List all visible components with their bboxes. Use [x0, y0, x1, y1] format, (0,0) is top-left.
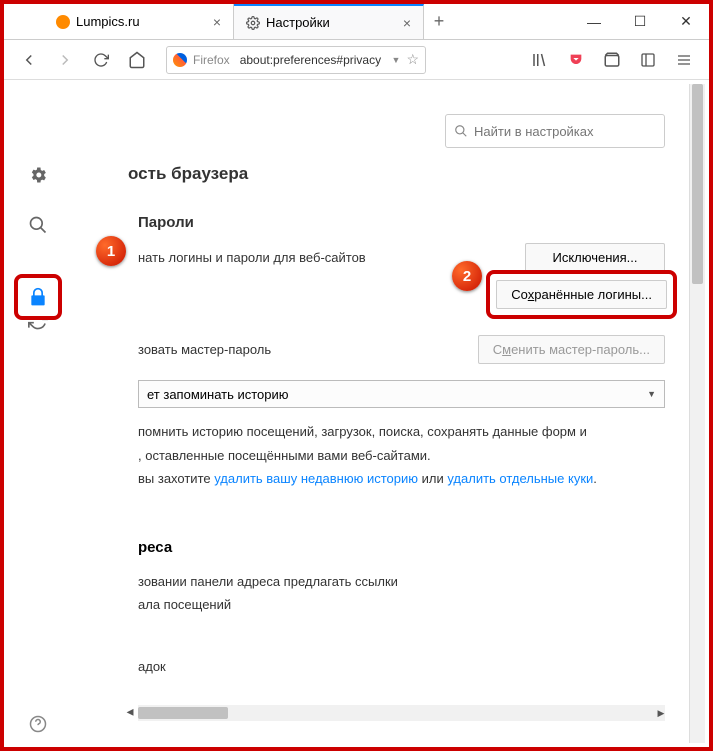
- history-mode-dropdown[interactable]: ет запоминать историю ▼: [138, 380, 665, 408]
- minimize-button[interactable]: —: [571, 4, 617, 39]
- title-bar: Lumpics.ru × Настройки × + — ☐ ✕: [4, 4, 709, 40]
- favicon-icon: [56, 15, 70, 29]
- clear-cookies-link[interactable]: удалить отдельные куки: [447, 471, 593, 486]
- new-tab-button[interactable]: +: [424, 4, 454, 39]
- url-address: about:preferences#privacy: [240, 53, 386, 67]
- remember-passwords-label: нать логины и пароли для веб-сайтов: [138, 250, 366, 265]
- annotation-2: 2: [452, 261, 482, 291]
- address-text: ала посещений: [138, 593, 665, 616]
- toolbar: Firefox about:preferences#privacy ▼ ☆: [4, 40, 709, 80]
- saved-logins-highlight: Сохранённые логины...: [486, 270, 677, 319]
- clear-history-link[interactable]: удалить вашу недавнюю историю: [214, 471, 418, 486]
- address-text: зовании панели адреса предлагать ссылки: [138, 570, 665, 593]
- firefox-icon: [173, 53, 187, 67]
- tab-label: Настройки: [266, 15, 330, 30]
- sidebar-item-privacy[interactable]: [14, 274, 62, 320]
- home-button[interactable]: [122, 45, 152, 75]
- sidebar-item-general[interactable]: [27, 164, 49, 186]
- url-bar[interactable]: Firefox about:preferences#privacy ▼ ☆: [166, 46, 426, 74]
- search-input[interactable]: [474, 124, 656, 139]
- forward-button[interactable]: [50, 45, 80, 75]
- settings-search[interactable]: [445, 114, 665, 148]
- section-title: ость браузера: [128, 164, 248, 184]
- library-button[interactable]: [525, 45, 555, 75]
- tab-label: Lumpics.ru: [76, 14, 140, 29]
- close-icon[interactable]: ×: [403, 15, 411, 31]
- help-button[interactable]: [27, 713, 49, 735]
- url-product: Firefox: [193, 53, 230, 67]
- sidebar-item-search[interactable]: [27, 214, 49, 236]
- reload-button[interactable]: [86, 45, 116, 75]
- bookmark-star-icon[interactable]: ☆: [406, 51, 419, 68]
- close-window-button[interactable]: ✕: [663, 4, 709, 39]
- tab-settings[interactable]: Настройки ×: [234, 4, 424, 39]
- horizontal-scrollbar[interactable]: ▶ ▶: [138, 705, 665, 721]
- history-text: , оставленные посещёнными вами веб-сайта…: [138, 446, 665, 466]
- maximize-button[interactable]: ☐: [617, 4, 663, 39]
- back-button[interactable]: [14, 45, 44, 75]
- lock-icon: [28, 286, 48, 308]
- passwords-heading: Пароли: [138, 214, 665, 231]
- exceptions-button[interactable]: Исключения...: [525, 243, 665, 272]
- close-icon[interactable]: ×: [213, 14, 221, 30]
- change-master-button: Сменить мастер-пароль...: [478, 335, 665, 364]
- history-text: вы захотите удалить вашу недавнюю истори…: [138, 469, 665, 489]
- master-password-label: зовать мастер-пароль: [138, 342, 271, 357]
- sidebar-button[interactable]: [633, 45, 663, 75]
- dropdown-value: ет запоминать историю: [147, 387, 289, 402]
- tab-lumpics[interactable]: Lumpics.ru ×: [44, 4, 234, 39]
- chevron-down-icon[interactable]: ▼: [392, 55, 401, 65]
- saved-logins-button[interactable]: Сохранённые логины...: [496, 280, 667, 309]
- history-text: помнить историю посещений, загрузок, пои…: [138, 422, 665, 442]
- gear-icon: [246, 16, 260, 30]
- settings-sidebar: [8, 84, 68, 743]
- address-text: адок: [138, 655, 665, 678]
- search-icon: [454, 124, 468, 138]
- pocket-button[interactable]: [561, 45, 591, 75]
- chevron-down-icon: ▼: [647, 389, 656, 399]
- address-heading: реса: [138, 539, 665, 556]
- annotation-1: 1: [96, 236, 126, 266]
- menu-button[interactable]: [669, 45, 699, 75]
- screenshot-button[interactable]: [597, 45, 627, 75]
